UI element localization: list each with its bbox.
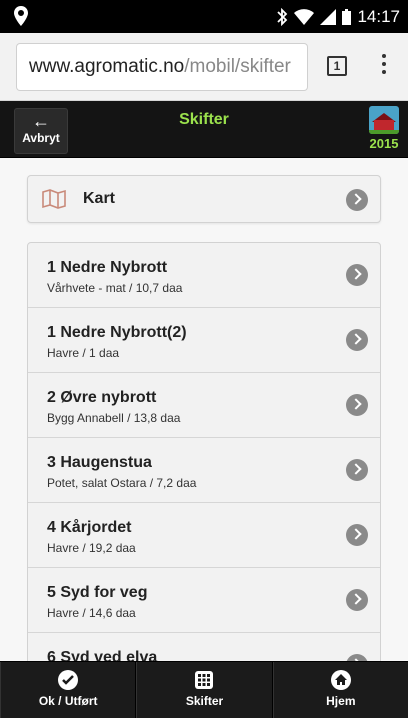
chevron-right-icon	[346, 459, 368, 481]
field-name: 1 Nedre Nybrott	[47, 259, 168, 276]
chevron-right-icon	[346, 189, 368, 211]
overflow-menu-icon[interactable]	[380, 54, 388, 80]
home-label: Hjem	[326, 694, 356, 708]
check-icon	[58, 670, 79, 690]
fields-label: Skifter	[185, 694, 224, 708]
browser-toolbar: www.agromatic.no/mobil/skifter 1	[0, 33, 408, 101]
url-host: www.agromatic.no	[29, 56, 185, 77]
field-name: 2 Øvre nybrott	[47, 389, 157, 406]
app-header: ← Avbryt Skifter 2015	[0, 101, 408, 158]
tabs-button[interactable]: 1	[327, 56, 347, 76]
location-icon	[14, 6, 28, 26]
grid-icon	[194, 670, 214, 690]
chevron-right-icon	[346, 589, 368, 611]
field-detail: Bygg Annabell / 13,8 daa	[47, 411, 181, 425]
main-content: Kart 1 Nedre Nybrott Vårhvete - mat / 10…	[0, 158, 408, 661]
list-item[interactable]: 1 Nedre Nybrott(2) Havre / 1 daa	[28, 308, 380, 373]
field-detail: Havre / 14,6 daa	[47, 606, 136, 620]
signal-icon	[320, 9, 337, 25]
bottom-nav: Ok / Utført Skifter Hjem	[0, 661, 408, 718]
ok-button[interactable]: Ok / Utført	[0, 662, 137, 718]
year-label: 2015	[369, 136, 399, 151]
chevron-right-icon	[346, 524, 368, 546]
url-path: /mobil/skifter	[184, 56, 291, 77]
chevron-right-icon	[346, 329, 368, 351]
map-link[interactable]: Kart	[27, 175, 381, 223]
clock: 14:17	[357, 7, 400, 26]
page-title: Skifter	[179, 111, 229, 128]
field-name: 3 Haugenstua	[47, 454, 152, 471]
chevron-right-icon	[346, 654, 368, 661]
back-label: Avbryt	[22, 131, 60, 145]
list-item[interactable]: 4 Kårjordet Havre / 19,2 daa	[28, 503, 380, 568]
list-item[interactable]: 6 Syd ved elva	[28, 633, 380, 661]
field-name: 5 Syd for veg	[47, 584, 148, 601]
field-list: 1 Nedre Nybrott Vårhvete - mat / 10,7 da…	[27, 242, 381, 661]
list-item[interactable]: 5 Syd for veg Havre / 14,6 daa	[28, 568, 380, 633]
field-detail: Havre / 1 daa	[47, 346, 120, 360]
map-icon	[42, 189, 66, 214]
field-name: 4 Kårjordet	[47, 519, 132, 536]
field-detail: Vårhvete - mat / 10,7 daa	[47, 281, 183, 295]
list-item[interactable]: 2 Øvre nybrott Bygg Annabell / 13,8 daa	[28, 373, 380, 438]
ok-label: Ok / Utført	[38, 694, 98, 708]
battery-icon	[342, 9, 352, 25]
list-item[interactable]: 1 Nedre Nybrott Vårhvete - mat / 10,7 da…	[28, 243, 380, 308]
list-item[interactable]: 3 Haugenstua Potet, salat Ostara / 7,2 d…	[28, 438, 380, 503]
status-bar: 14:17	[0, 0, 408, 33]
field-detail: Havre / 19,2 daa	[47, 541, 136, 555]
chevron-right-icon	[346, 264, 368, 286]
wifi-icon	[294, 9, 315, 25]
field-name: 6 Syd ved elva	[47, 649, 158, 661]
farm-icon	[369, 106, 399, 134]
field-name: 1 Nedre Nybrott(2)	[47, 324, 187, 341]
bluetooth-icon	[276, 8, 288, 26]
home-button[interactable]: Hjem	[272, 662, 408, 718]
fields-button[interactable]: Skifter	[136, 662, 273, 718]
chevron-right-icon	[346, 394, 368, 416]
year-button[interactable]: 2015	[366, 106, 402, 154]
home-icon	[330, 670, 351, 690]
url-field[interactable]: www.agromatic.no/mobil/skifter	[17, 44, 307, 90]
field-detail: Potet, salat Ostara / 7,2 daa	[47, 476, 197, 490]
map-label: Kart	[83, 190, 116, 207]
